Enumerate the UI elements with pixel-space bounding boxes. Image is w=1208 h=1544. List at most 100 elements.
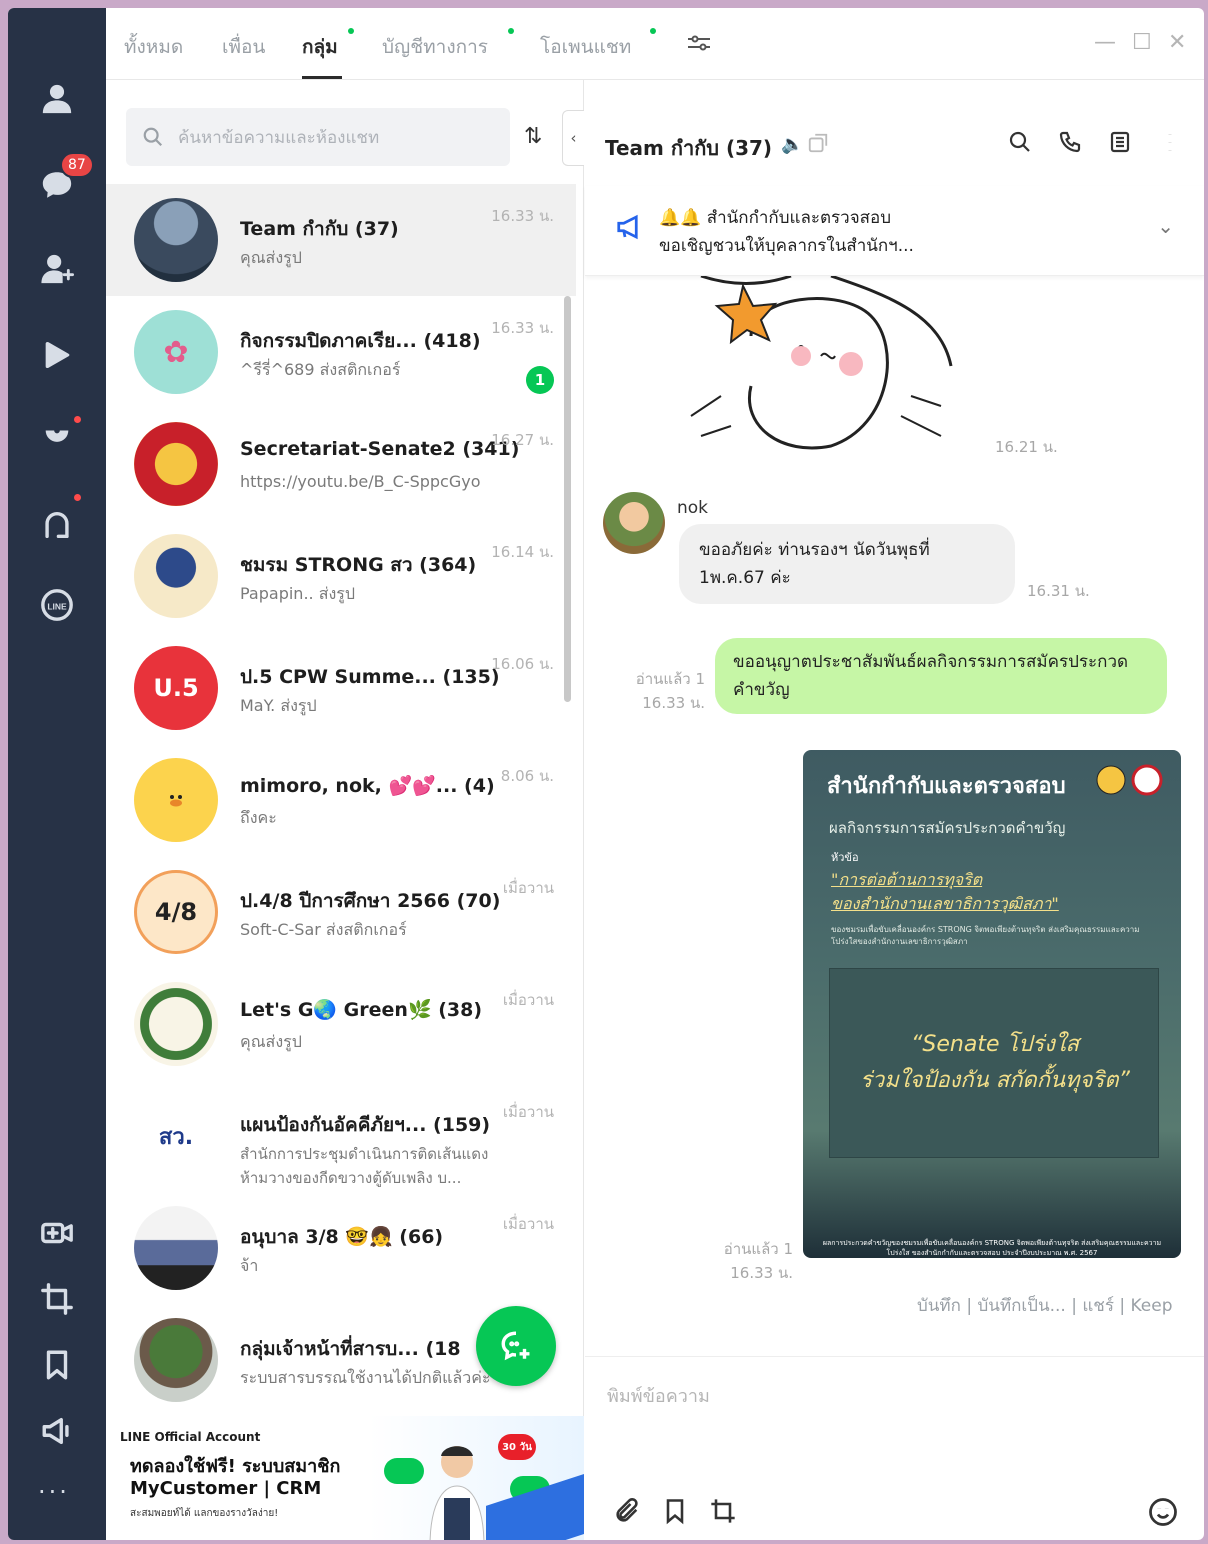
top-tabs: ทั้งหมด เพื่อน กลุ่ม บัญชีทางการ โอเพนแช… (106, 8, 1204, 80)
tab-openchat[interactable]: โอเพนแชท (540, 32, 631, 62)
attach-icon[interactable] (613, 1497, 641, 1525)
sender-avatar[interactable] (603, 492, 665, 554)
image-actions[interactable]: บันทึก | บันทึกเป็น... | แชร์ | Keep (917, 1292, 1173, 1319)
collapse-panel-button[interactable]: ‹ (562, 110, 584, 166)
chat-item[interactable]: Secretariat-Senate2 (341) https://youtu.… (106, 408, 576, 520)
popout-icon[interactable] (807, 132, 829, 158)
tab-official[interactable]: บัญชีทางการ (382, 32, 488, 62)
phone-icon[interactable] (1058, 130, 1082, 154)
chat-name: ป.4/8 ปีการศึกษา 2566 (70) (240, 890, 501, 912)
groups-dot (348, 28, 354, 34)
emoji-button[interactable] (1148, 1497, 1178, 1531)
maximize-icon[interactable]: ☐ (1132, 30, 1152, 55)
chat-preview: จ้า (240, 1256, 259, 1275)
green-office-avatar (134, 982, 218, 1066)
group-avatar: ✿ (134, 310, 218, 394)
sender-name: nok (677, 498, 709, 518)
composer-tools (613, 1497, 737, 1525)
voom-nav[interactable] (32, 330, 82, 380)
poster-quote-line1: “Senate โปร่งใส (911, 1032, 1079, 1057)
chat-item[interactable]: ชมรม STRONG สว (364) Papapin.. ส่งรูป 16… (106, 520, 576, 632)
sort-icon[interactable]: ⇅ (524, 124, 542, 149)
minimize-icon[interactable]: — (1094, 30, 1116, 55)
chat-item[interactable]: สว. แผนป้องกันอัคคีภัยฯ... (159) สำนักกา… (106, 1080, 576, 1192)
chat-list-scrollbar[interactable] (564, 296, 571, 702)
chat-preview: สำนักการประชุมดำเนินการติดเส้นแดงห้ามวาง… (240, 1145, 489, 1187)
chat-name: อนุบาล 3/8 🤓👧 (66) (240, 1226, 444, 1248)
announcement-text: ขอเชิญชวนให้บุคลากรในสำนักฯ... (659, 236, 914, 256)
chat-name: Secretariat-Senate2 (341) (240, 438, 520, 460)
chat-header: Team กำกับ (37) 🔈 (585, 80, 1204, 190)
announcement-bar[interactable]: 🔔🔔 สำนักกำกับและตรวจสอบ ขอเชิญชวนให้บุคล… (585, 186, 1204, 276)
chat-name: Team กำกับ (37) (240, 218, 399, 240)
video-call-nav[interactable] (32, 1208, 82, 1258)
chat-item[interactable]: mimoro, nok, 💕💕... (4) ถึงคะ 8.06 น. (106, 744, 576, 856)
chat-name: กิจกรรมปิดภาคเรีย... (418) (240, 330, 481, 352)
poster-image[interactable]: สำนักกำกับและตรวจสอบ ผลกิจกรรมการสมัครปร… (803, 750, 1181, 1258)
bookmark-icon[interactable] (661, 1497, 689, 1525)
chat-item[interactable]: Let's G🌏 Green🌿 (38) คุณส่งรูป เมื่อวาน (106, 968, 576, 1080)
tab-all[interactable]: ทั้งหมด (124, 32, 183, 62)
new-chat-button[interactable] (476, 1306, 556, 1386)
chevron-down-icon[interactable]: ⌄ (1157, 214, 1174, 238)
friends-nav[interactable] (32, 74, 82, 124)
outgoing-message[interactable]: ขออนุญาตประชาสัมพันธ์ผลกิจกรรมการสมัครปร… (715, 638, 1167, 714)
room-title[interactable]: Team กำกับ (37) (605, 132, 772, 164)
more-icon[interactable]: ··· (38, 1478, 70, 1506)
openchat-nav[interactable] (32, 500, 82, 550)
chat-time: 8.06 น. (500, 767, 554, 785)
image-read: อ่านแล้ว 1 (723, 1240, 793, 1258)
filter-icon[interactable] (686, 32, 712, 60)
tab-groups[interactable]: กลุ่ม (302, 32, 338, 62)
search-input[interactable]: ค้นหาข้อความและห้องแชท (178, 124, 379, 151)
announcement-nav[interactable] (32, 1406, 82, 1456)
incoming-time: 16.31 น. (1027, 582, 1090, 600)
chat-item[interactable]: 4/8 ป.4/8 ปีการศึกษา 2566 (70) Soft-C-Sa… (106, 856, 576, 968)
line-logo-icon: LINE (41, 589, 73, 621)
search-icon[interactable] (1008, 130, 1032, 154)
sticker-time: 16.21 น. (995, 438, 1058, 456)
incoming-message[interactable]: ขออภัยค่ะ ท่านรองฯ นัดวันพุธที่ 1พ.ค.67 … (679, 524, 1015, 604)
chat-preview: Soft-C-Sar ส่งสติกเกอร์ (240, 920, 407, 939)
chat-list: Team กำกับ (37) คุณส่งรูป 16.33 น. ✿ กิจ… (106, 184, 584, 1416)
keep-nav[interactable] (32, 1340, 82, 1390)
duck-icon (170, 795, 182, 807)
tab-friends[interactable]: เพื่อน (222, 32, 265, 62)
sticker-image[interactable] (681, 276, 981, 456)
poster-topic-label: หัวข้อ (831, 851, 859, 864)
ad-title: ทดลองใช้ฟรี! ระบบสมาชิก MyCustomer | CRM (130, 1456, 341, 1499)
side-nav: 87 LINE ··· (8, 8, 106, 1540)
poster-topic-line1: "การต่อต้านการทุจริต (831, 870, 983, 889)
poster-quote: “Senate โปร่งใส ร่วมใจป้องกัน สกัดกั้นทุ… (830, 1027, 1160, 1099)
more-menu-icon[interactable] (1158, 130, 1182, 154)
screenshot-nav[interactable] (32, 1274, 82, 1324)
chat-time: 16.33 น. (491, 319, 554, 337)
message-input[interactable]: พิมพ์ข้อความ (607, 1381, 710, 1410)
search-box[interactable]: ค้นหาข้อความและห้องแชท (126, 108, 510, 166)
bookmark-icon (46, 1350, 68, 1380)
unread-badge: 87 (60, 152, 94, 178)
ad-subtitle: สะสมพอยท์ได้ แลกของรางวัลง่าย! (130, 1508, 279, 1519)
chat-item[interactable]: U.5 ป.5 CPW Summe... (135) MaY. ส่งรูป 1… (106, 632, 576, 744)
ad-person-image (429, 1446, 485, 1540)
senate-logo-avatar: สว. (134, 1094, 218, 1178)
line-window: 87 LINE ··· ทั้งหมด เพื่อน กลุ่ม บัญชีทา… (8, 8, 1204, 1540)
add-friend-nav[interactable] (32, 244, 82, 294)
close-icon[interactable]: ✕ (1168, 30, 1186, 55)
chat-preview: Papapin.. ส่งรูป (240, 584, 356, 603)
chat-item[interactable]: Team กำกับ (37) คุณส่งรูป 16.33 น. (106, 184, 576, 296)
group-avatar (134, 1206, 218, 1290)
outgoing-read: อ่านแล้ว 1 (635, 670, 705, 688)
notes-icon[interactable] (1108, 130, 1132, 154)
outgoing-time: 16.33 น. (642, 694, 705, 712)
sally-avatar (134, 758, 218, 842)
ad-banner[interactable]: LINE Official Account ทดลองใช้ฟรี! ระบบส… (106, 1416, 584, 1540)
chat-time: 16.14 น. (491, 543, 554, 561)
new-chat-icon (501, 1331, 530, 1361)
chat-item[interactable]: ✿ กิจกรรมปิดภาคเรีย... (418) ^รีรี่^689 … (106, 296, 576, 408)
chat-item[interactable]: อนุบาล 3/8 🤓👧 (66) จ้า เมื่อวาน (106, 1192, 576, 1304)
crop-icon[interactable] (709, 1497, 737, 1525)
chat-name: mimoro, nok, 💕💕... (4) (240, 775, 495, 797)
person-icon (42, 84, 72, 114)
line-nav[interactable]: LINE (32, 580, 82, 630)
